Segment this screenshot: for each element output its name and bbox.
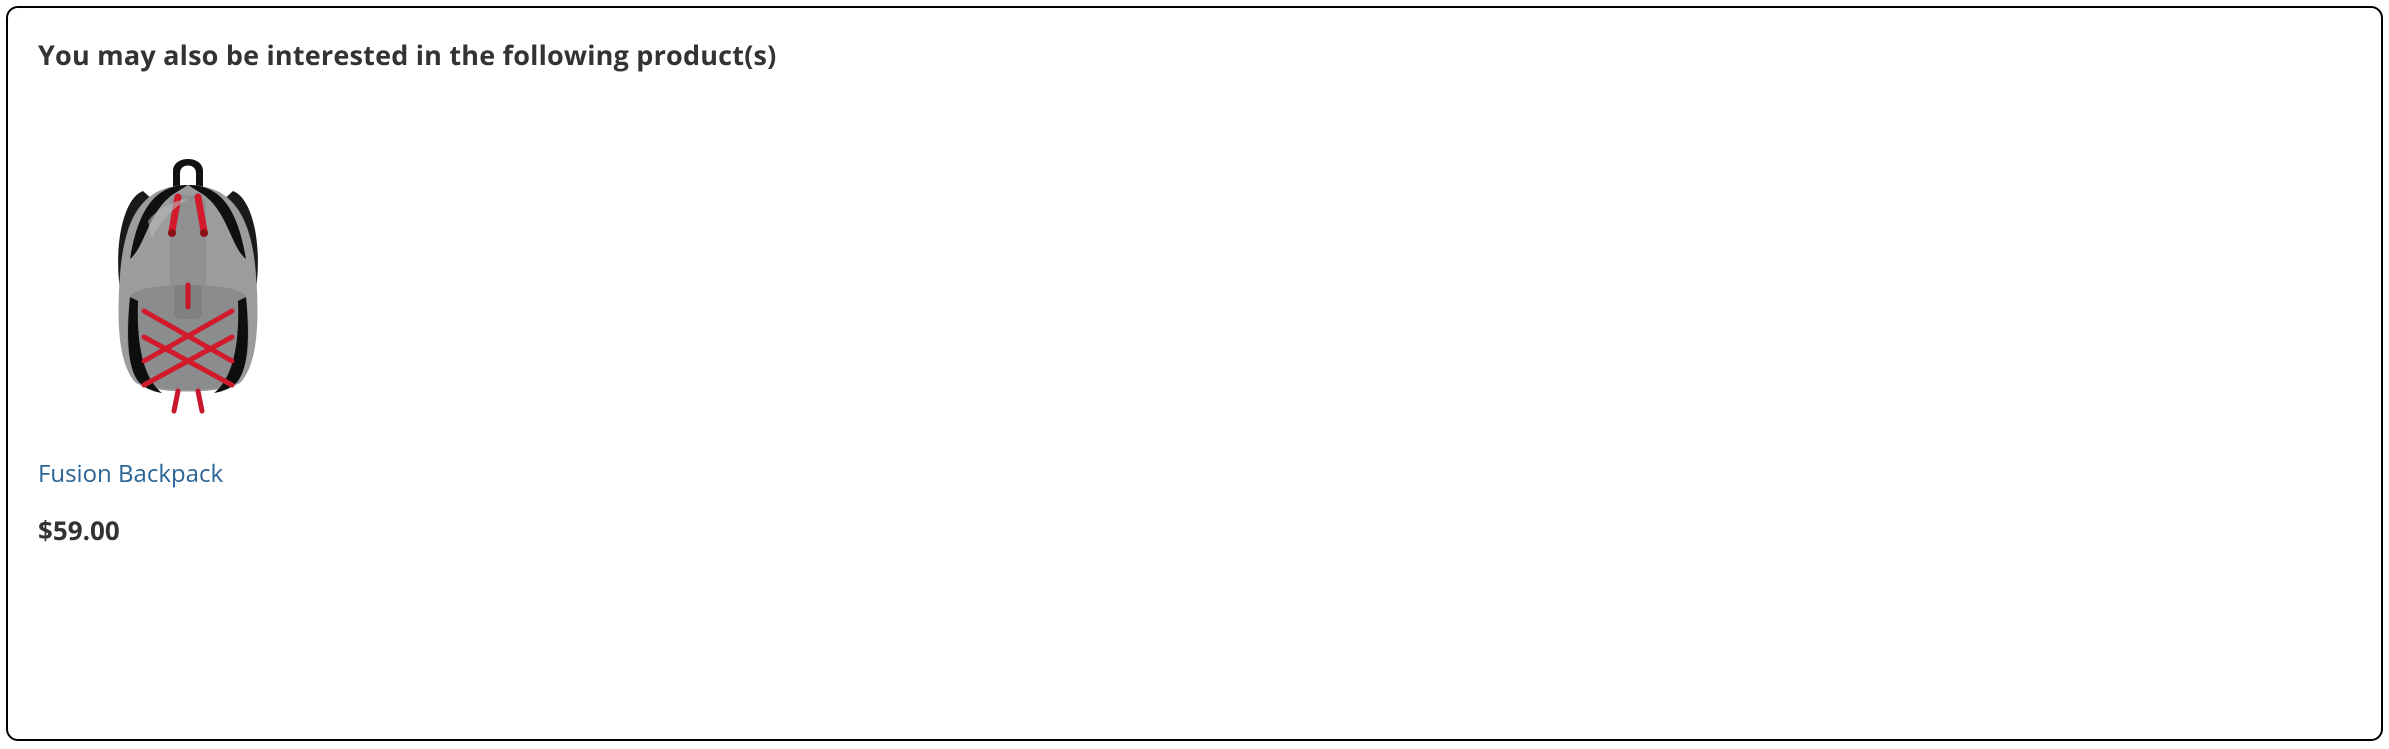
product-item: Fusion Backpack $59.00 bbox=[38, 129, 338, 548]
product-name-link[interactable]: Fusion Backpack bbox=[38, 457, 338, 490]
upsell-panel: You may also be interested in the follow… bbox=[6, 6, 2383, 741]
upsell-title: You may also be interested in the follow… bbox=[38, 36, 2351, 73]
product-image-backpack bbox=[38, 129, 338, 429]
product-list: Fusion Backpack $59.00 bbox=[38, 129, 2351, 548]
product-image-link[interactable] bbox=[38, 129, 338, 429]
product-price: $59.00 bbox=[38, 512, 338, 548]
